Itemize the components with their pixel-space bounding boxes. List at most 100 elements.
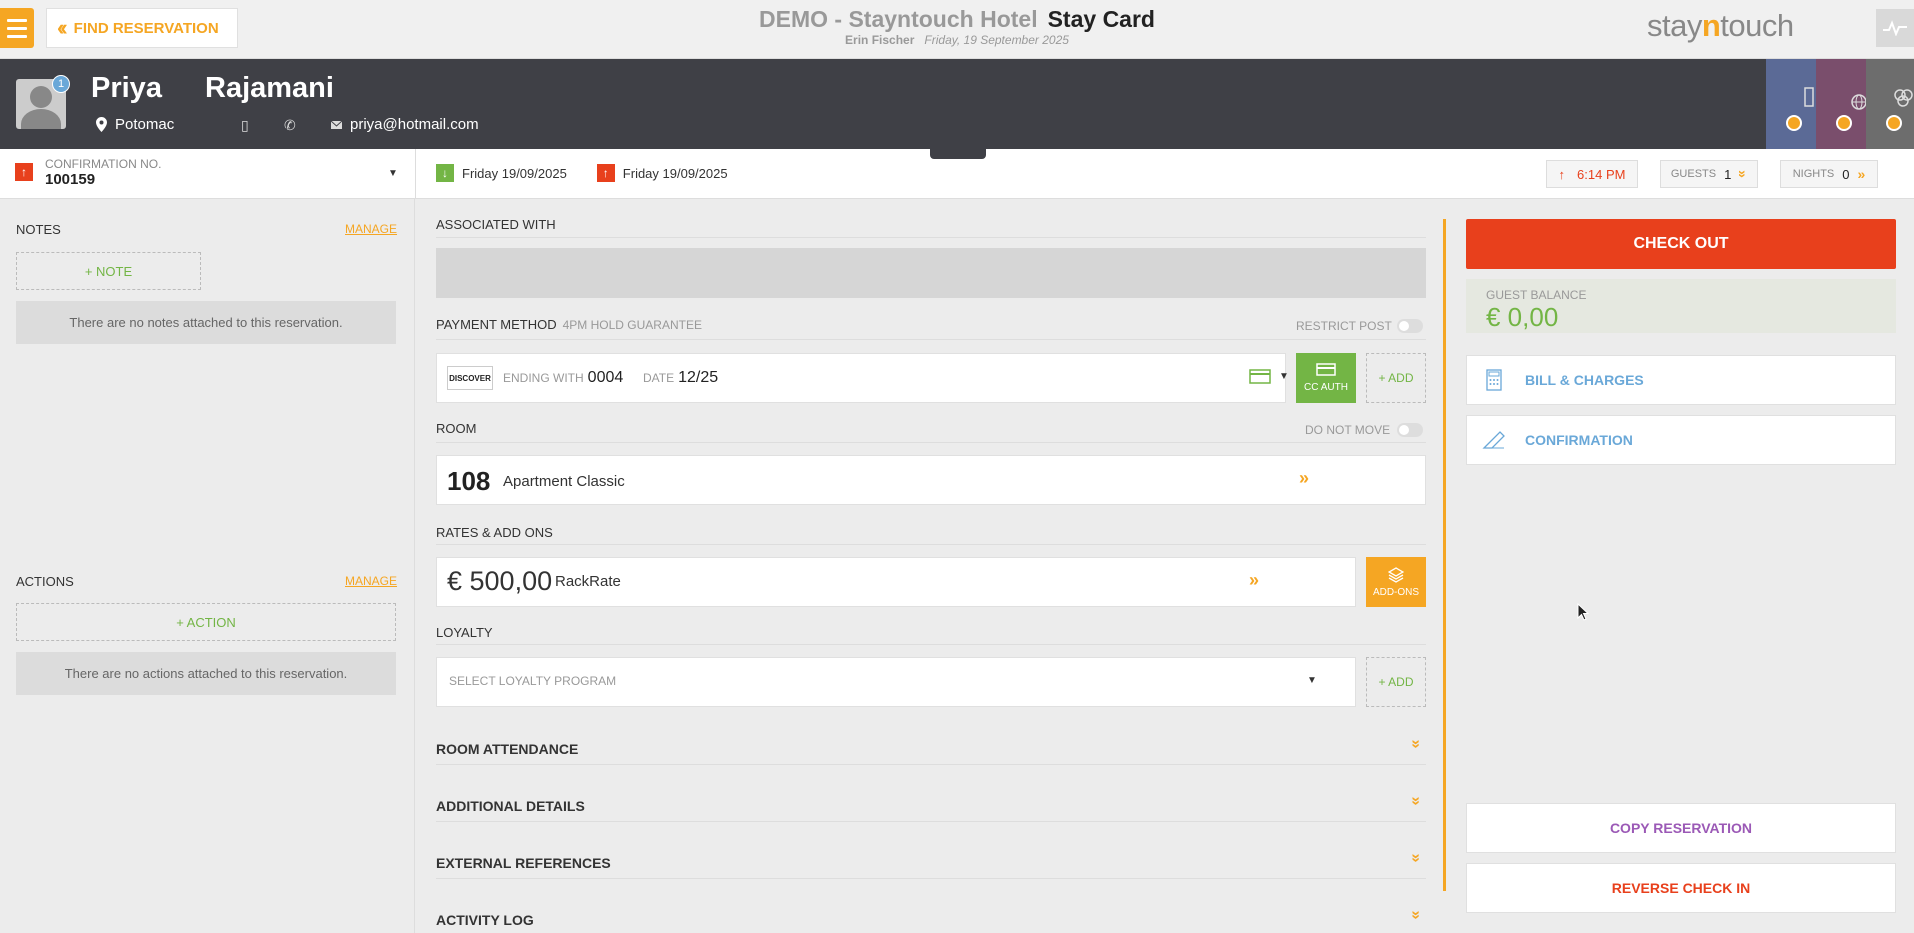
guest-balance: GUEST BALANCE € 0,00 xyxy=(1466,279,1896,333)
search-icon xyxy=(1786,115,1802,131)
loyalty-placeholder: SELECT LOYALTY PROGRAM xyxy=(449,674,617,688)
group-tile[interactable] xyxy=(1866,59,1914,149)
rate-card[interactable]: € 500,00 RackRate » xyxy=(436,557,1356,607)
credit-card-icon xyxy=(1249,369,1271,384)
double-chevron-down-icon: » xyxy=(1735,170,1752,178)
guest-balance-label: GUEST BALANCE xyxy=(1486,288,1587,302)
double-chevron-right-icon: » xyxy=(1299,468,1310,488)
double-chevron-down-icon[interactable]: » xyxy=(1406,854,1424,863)
divider xyxy=(436,544,1426,545)
actions-empty-message: There are no actions attached to this re… xyxy=(16,652,396,695)
do-not-move-toggle[interactable] xyxy=(1397,423,1423,437)
add-loyalty-button[interactable]: + ADD xyxy=(1366,657,1426,707)
nights-selector[interactable]: NIGHTS 0 » xyxy=(1780,160,1878,188)
card-type-select[interactable]: ▼ xyxy=(1249,369,1289,384)
payment-card[interactable]: DISCOVER ENDING WITH 0004 DATE 12/25 ▼ xyxy=(436,353,1289,403)
page-title: DEMO - Stayntouch Hotel Stay Card xyxy=(0,6,1914,33)
add-action-button[interactable]: + ACTION xyxy=(16,603,396,641)
confirmation-number: 100159 xyxy=(45,171,96,188)
reverse-check-in-button[interactable]: REVERSE CHECK IN xyxy=(1466,863,1896,913)
room-heading: ROOM xyxy=(436,421,477,436)
brand-logo: stayntouch xyxy=(1647,8,1794,43)
guest-header: 1 Priya Rajamani Potomac ▯ ✆ priya@hotma… xyxy=(0,59,1914,149)
page-name: Stay Card xyxy=(1047,6,1155,32)
activity-icon[interactable] xyxy=(1876,9,1914,47)
double-chevron-down-icon[interactable]: » xyxy=(1406,740,1424,749)
phone-icon[interactable]: ✆ xyxy=(284,117,296,134)
restrict-post-label: RESTRICT POST xyxy=(1296,319,1392,333)
guest-email[interactable]: priya@hotmail.com xyxy=(331,116,479,133)
notes-empty-message: There are no notes attached to this rese… xyxy=(16,301,396,344)
divider xyxy=(415,149,416,199)
associated-heading: ASSOCIATED WITH xyxy=(436,217,556,232)
room-card[interactable]: 108 Apartment Classic » xyxy=(436,455,1426,505)
arrival-date[interactable]: Friday 19/09/2025 xyxy=(462,166,567,181)
guest-first-name[interactable]: Priya xyxy=(91,72,162,105)
add-note-button[interactable]: + NOTE xyxy=(16,252,201,290)
check-out-button[interactable]: CHECK OUT xyxy=(1466,219,1896,269)
loyalty-heading: LOYALTY xyxy=(436,625,493,640)
divider xyxy=(436,878,1426,879)
location-pin-icon xyxy=(96,117,107,132)
divider xyxy=(436,442,1426,443)
building-icon xyxy=(1804,87,1814,107)
double-chevron-down-icon[interactable]: » xyxy=(1406,911,1424,920)
caret-down-icon: ▼ xyxy=(1307,675,1317,686)
top-bar: ‹‹ FIND RESERVATION DEMO - Stayntouch Ho… xyxy=(0,0,1914,59)
stay-dates: ↓ Friday 19/09/2025 ↑ Friday 19/09/2025 xyxy=(436,164,728,182)
discover-card-icon: DISCOVER xyxy=(447,366,493,390)
divider xyxy=(436,237,1426,238)
bill-charges-button[interactable]: BILL & CHARGES xyxy=(1466,355,1896,405)
arrival-icon: ↓ xyxy=(436,164,454,182)
additional-details-section[interactable]: ADDITIONAL DETAILS xyxy=(436,798,585,814)
double-chevron-right-icon: » xyxy=(1249,570,1260,590)
add-payment-button[interactable]: + ADD xyxy=(1366,353,1426,403)
room-number: 108 xyxy=(447,466,491,496)
manage-actions-link[interactable]: MANAGE xyxy=(345,574,397,588)
pen-icon xyxy=(1475,430,1513,450)
loyalty-select[interactable]: SELECT LOYALTY PROGRAM ▼ xyxy=(436,657,1356,707)
room-attendance-section[interactable]: ROOM ATTENDANCE xyxy=(436,741,578,757)
notes-heading: NOTES xyxy=(16,222,61,237)
guest-location: Potomac xyxy=(96,116,174,133)
departure-time[interactable]: ↑ 6:14 PM xyxy=(1546,160,1638,188)
restrict-post-toggle[interactable] xyxy=(1397,319,1423,333)
confirmation-selector[interactable]: ↑ CONFIRMATION NO. 100159 xyxy=(15,157,161,188)
guest-count-badge: 1 xyxy=(52,75,70,93)
travel-agent-tile[interactable] xyxy=(1816,59,1867,149)
right-panel: CHECK OUT GUEST BALANCE € 0,00 BILL & CH… xyxy=(1446,199,1914,933)
hotel-name: DEMO - Stayntouch Hotel xyxy=(759,6,1038,32)
room-type: Apartment Classic xyxy=(503,473,625,490)
confirmation-label: CONFIRMATION NO. xyxy=(45,157,162,171)
guest-last-name[interactable]: Rajamani xyxy=(205,72,334,105)
departure-date[interactable]: Friday 19/09/2025 xyxy=(623,166,728,181)
associated-box[interactable] xyxy=(436,248,1426,298)
double-chevron-down-icon[interactable]: » xyxy=(1406,797,1424,806)
drawer-handle[interactable] xyxy=(930,149,986,159)
divider xyxy=(436,764,1426,765)
manage-notes-link[interactable]: MANAGE xyxy=(345,222,397,236)
card-expiry: DATE 12/25 xyxy=(643,369,719,386)
credit-card-icon xyxy=(1316,363,1336,376)
copy-reservation-button[interactable]: COPY RESERVATION xyxy=(1466,803,1896,853)
mobile-icon[interactable]: ▯ xyxy=(241,117,249,134)
card-ending: ENDING WITH 0004 xyxy=(503,369,624,386)
actions-heading: ACTIONS xyxy=(16,574,74,589)
double-chevron-right-icon: » xyxy=(1857,166,1866,182)
external-references-section[interactable]: EXTERNAL REFERENCES xyxy=(436,855,611,871)
do-not-move-label: DO NOT MOVE xyxy=(1305,423,1391,437)
caret-down-icon: ▼ xyxy=(1279,371,1289,382)
left-panel: NOTES MANAGE + NOTE There are no notes a… xyxy=(0,199,415,933)
confirmation-button[interactable]: CONFIRMATION xyxy=(1466,415,1896,465)
company-card-tile[interactable] xyxy=(1766,59,1816,149)
caret-down-icon[interactable]: ▼ xyxy=(388,168,398,179)
guests-selector[interactable]: GUESTS 1 » xyxy=(1660,160,1758,188)
email-icon xyxy=(331,120,342,129)
activity-log-section[interactable]: ACTIVITY LOG xyxy=(436,912,534,928)
business-date: Friday, 19 September 2025 xyxy=(924,33,1069,47)
divider xyxy=(436,821,1426,822)
divider xyxy=(436,339,1426,340)
cc-auth-button[interactable]: CC AUTH xyxy=(1296,353,1356,403)
divider xyxy=(436,644,1426,645)
addons-button[interactable]: ADD-ONS xyxy=(1366,557,1426,607)
